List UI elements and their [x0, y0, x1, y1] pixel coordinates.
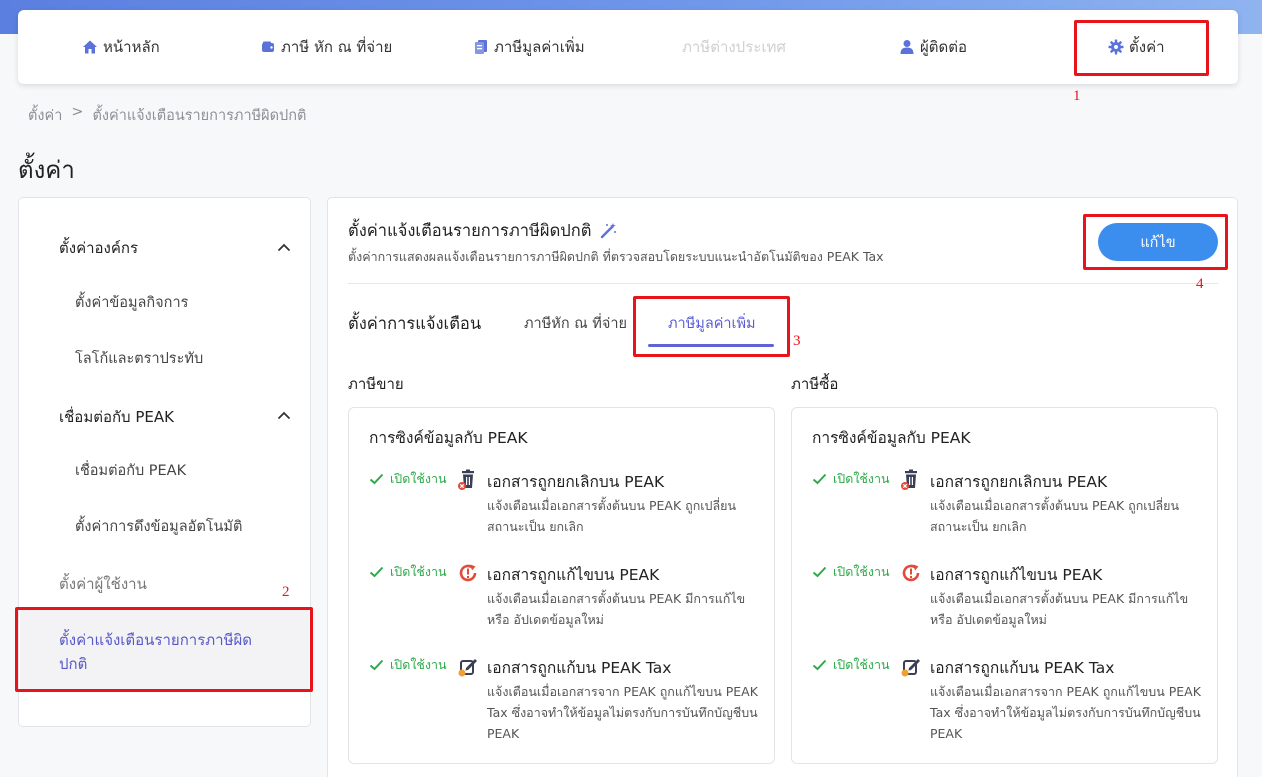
purchase-sync-card: การซิงค์ข้อมูลกับ PEAK เปิดใช้งาน เอกสาร…	[791, 407, 1218, 764]
chevron-up-icon[interactable]	[277, 411, 291, 420]
enabled-status: เปิดใช้งาน	[369, 469, 447, 489]
sales-tax-heading: ภาษีขาย	[348, 375, 404, 393]
magic-wand-icon	[601, 223, 617, 239]
annotation-number-3: 3	[793, 333, 801, 349]
row-description: แจ้งเตือนเมื่อเอกสารตั้งต้นบน PEAK มีการ…	[930, 591, 1189, 627]
annotation-box-4	[1083, 214, 1228, 270]
row-title: เอกสารถูกแก้ไขบน PEAK	[487, 566, 660, 584]
annotation-box-2	[15, 607, 313, 692]
enabled-status: เปิดใช้งาน	[812, 655, 890, 675]
section-title-text: ตั้งค่าแจ้งเตือนรายการภาษีผิดปกติ	[348, 221, 592, 240]
sidebar-item-auto-fetch[interactable]: ตั้งค่าการดึงข้อมูลอัตโนมัติ	[75, 515, 242, 538]
notification-settings-label: ตั้งค่าการแจ้งเตือน	[348, 314, 482, 333]
page-title: ตั้งค่า	[18, 156, 75, 184]
home-icon	[83, 40, 97, 54]
checkmark-icon	[812, 566, 827, 578]
breadcrumb-current: ตั้งค่าแจ้งเตือนรายการภาษีผิดปกติ	[92, 108, 307, 124]
purchase-tax-heading: ภาษีซื้อ	[791, 375, 839, 393]
sidebar-item-peak-connect[interactable]: เชื่อมต่อกับ PEAK	[75, 459, 186, 482]
annotation-number-4: 4	[1196, 276, 1204, 292]
sidebar-item-users[interactable]: ตั้งค่าผู้ใช้งาน	[59, 572, 147, 596]
enabled-label: เปิดใช้งาน	[390, 564, 447, 579]
nav-home[interactable]: หน้าหลัก	[82, 37, 160, 57]
sidebar-group-peak[interactable]: เชื่อมต่อกับ PEAK	[59, 405, 174, 429]
row-title: เอกสารถูกแก้บน PEAK Tax	[487, 659, 672, 677]
chevron-up-icon[interactable]	[277, 243, 291, 252]
enabled-status: เปิดใช้งาน	[369, 562, 447, 582]
row-title: เอกสารถูกแก้ไขบน PEAK	[930, 566, 1103, 584]
sync-alert-icon	[459, 564, 477, 582]
row-title: เอกสารถูกแก้บน PEAK Tax	[930, 659, 1115, 677]
enabled-label: เปิดใช้งาน	[833, 564, 890, 579]
document-icon	[475, 40, 487, 54]
checkmark-icon	[369, 659, 384, 671]
breadcrumb: ตั้งค่า > ตั้งค่าแจ้งเตือนรายการภาษีผิดป…	[28, 104, 306, 127]
breadcrumb-separator: >	[71, 104, 84, 120]
sidebar-item-logo-stamp[interactable]: โลโก้และตราประทับ	[75, 347, 203, 370]
annotation-box-1	[1074, 20, 1209, 76]
edit-document-icon	[901, 659, 920, 677]
annotation-number-1: 1	[1073, 88, 1081, 104]
trash-cancel-icon	[458, 469, 474, 490]
sidebar-group-organization[interactable]: ตั้งค่าองค์กร	[59, 236, 138, 260]
nav-withholding-tax[interactable]: ภาษี หัก ณ ที่จ่าย	[260, 37, 392, 57]
nav-contacts-label: ผู้ติดต่อ	[920, 38, 968, 56]
row-description: แจ้งเตือนเมื่อเอกสารจาก PEAK ถูกแก้ไขบน …	[930, 684, 1201, 741]
enabled-label: เปิดใช้งาน	[390, 471, 447, 486]
header-divider	[348, 283, 1218, 284]
section-title: ตั้งค่าแจ้งเตือนรายการภาษีผิดปกติ	[348, 218, 617, 244]
user-icon	[900, 40, 914, 54]
sales-card-title: การซิงค์ข้อมูลกับ PEAK	[369, 429, 528, 447]
checkmark-icon	[369, 473, 384, 485]
sync-alert-icon	[902, 564, 920, 582]
top-navbar: หน้าหลัก ภาษี หัก ณ ที่จ่าย ภาษีมูลค่าเพ…	[18, 10, 1238, 84]
checkmark-icon	[812, 473, 827, 485]
row-description: แจ้งเตือนเมื่อเอกสารตั้งต้นบน PEAK ถูกเป…	[487, 498, 737, 534]
enabled-label: เปิดใช้งาน	[833, 471, 890, 486]
annotation-box-3	[633, 296, 790, 357]
breadcrumb-root[interactable]: ตั้งค่า	[28, 104, 62, 127]
nav-withholding-label: ภาษี หัก ณ ที่จ่าย	[281, 38, 393, 56]
row-description: แจ้งเตือนเมื่อเอกสารจาก PEAK ถูกแก้ไขบน …	[487, 684, 758, 741]
main-panel: ตั้งค่าแจ้งเตือนรายการภาษีผิดปกติ ตั้งค่…	[327, 197, 1238, 777]
annotation-number-2: 2	[282, 584, 290, 600]
enabled-status: เปิดใช้งาน	[369, 655, 447, 675]
nav-vat[interactable]: ภาษีมูลค่าเพิ่ม	[473, 37, 585, 57]
nav-home-label: หน้าหลัก	[103, 38, 160, 56]
row-description: แจ้งเตือนเมื่อเอกสารตั้งต้นบน PEAK มีการ…	[487, 591, 746, 627]
purchase-card-title: การซิงค์ข้อมูลกับ PEAK	[812, 429, 971, 447]
checkmark-icon	[369, 566, 384, 578]
row-title: เอกสารถูกยกเลิกบน PEAK	[930, 473, 1108, 491]
nav-foreign-label: ภาษีต่างประเทศ	[682, 38, 786, 56]
section-description: ตั้งค่าการแสดงผลแจ้งเตือนรายการภาษีผิดปก…	[348, 249, 884, 264]
wallet-icon	[262, 41, 274, 52]
checkmark-icon	[812, 659, 827, 671]
enabled-status: เปิดใช้งาน	[812, 562, 890, 582]
sales-sync-card: การซิงค์ข้อมูลกับ PEAK เปิดใช้งาน เอกสาร…	[348, 407, 775, 764]
row-title: เอกสารถูกยกเลิกบน PEAK	[487, 473, 665, 491]
nav-contacts[interactable]: ผู้ติดต่อ	[899, 37, 967, 57]
tab-withholding-tax[interactable]: ภาษีหัก ณ ที่จ่าย	[524, 312, 627, 335]
enabled-label: เปิดใช้งาน	[390, 657, 447, 672]
enabled-status: เปิดใช้งาน	[812, 469, 890, 489]
nav-vat-label: ภาษีมูลค่าเพิ่ม	[494, 38, 585, 56]
nav-foreign-tax: ภาษีต่างประเทศ	[682, 37, 786, 57]
trash-cancel-icon	[901, 469, 917, 490]
sidebar-item-business-info[interactable]: ตั้งค่าข้อมูลกิจการ	[75, 291, 188, 314]
row-description: แจ้งเตือนเมื่อเอกสารตั้งต้นบน PEAK ถูกเป…	[930, 498, 1180, 534]
edit-document-icon	[458, 659, 477, 677]
enabled-label: เปิดใช้งาน	[833, 657, 890, 672]
